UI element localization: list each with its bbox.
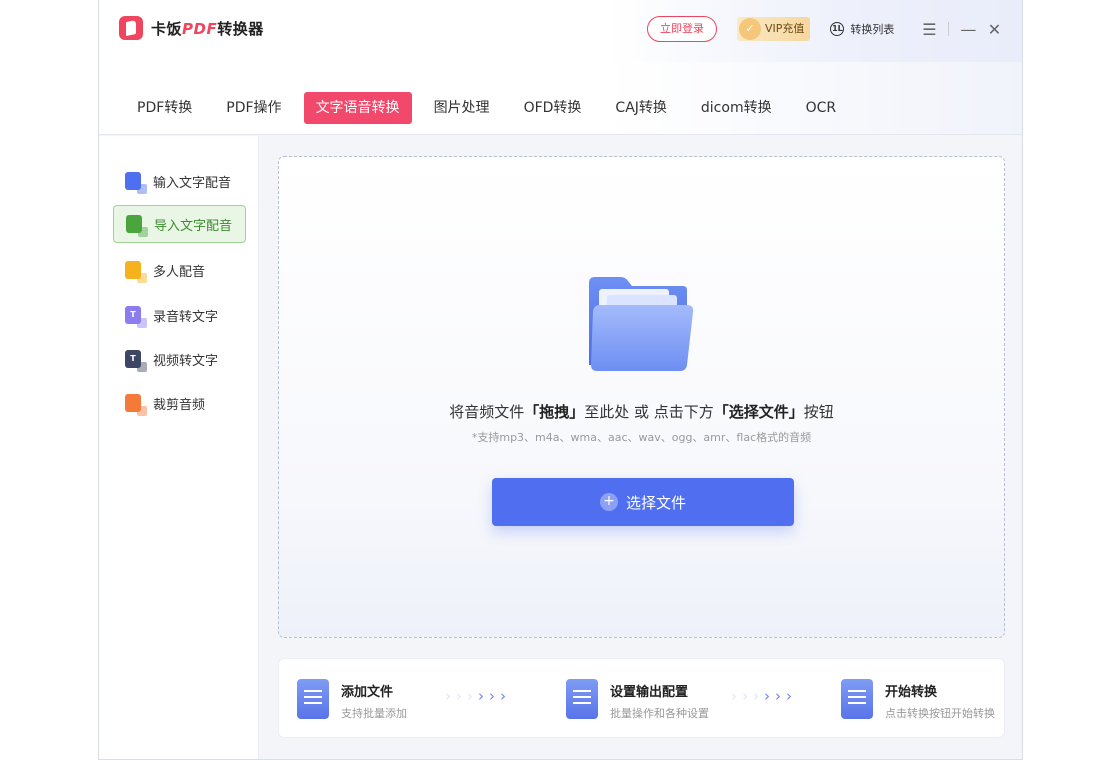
app-window: 卡饭PDF转换器 立即登录 ✓ VIP充值 1L 转换列表 ☰ — ✕ PDF转… [98, 0, 1023, 760]
tab-pdf-operate[interactable]: PDF操作 [214, 92, 293, 124]
video-to-text-icon: T [125, 350, 147, 372]
tab-list: PDF转换 PDF操作 文字语音转换 图片处理 OFD转换 CAJ转换 dico… [125, 92, 858, 124]
menu-icon[interactable]: ☰ [916, 20, 942, 39]
sidebar-item-audio-trim[interactable]: 裁剪音频 [113, 384, 246, 422]
step-title: 设置输出配置 [610, 685, 689, 700]
nav-bar: PDF转换 PDF操作 文字语音转换 图片处理 OFD转换 CAJ转换 dico… [99, 62, 1022, 135]
sidebar-item-label: 输入文字配音 [153, 175, 232, 191]
sidebar-item-input-text-voice[interactable]: 输入文字配音 [113, 162, 246, 200]
add-file-icon [297, 679, 329, 719]
record-to-text-icon: T [125, 306, 147, 328]
step-arrows-icon: ›››››› [731, 687, 797, 705]
step-desc: 批量操作和各种设置 [610, 707, 709, 720]
title-bar: 卡饭PDF转换器 立即登录 ✓ VIP充值 1L 转换列表 ☰ — ✕ [99, 0, 1022, 62]
tab-pdf-convert[interactable]: PDF转换 [125, 92, 204, 124]
step-add-file: 添加文件 支持批量添加 [297, 679, 407, 721]
sidebar-item-record-to-text[interactable]: T 录音转文字 [113, 296, 246, 334]
step-title: 添加文件 [341, 685, 394, 700]
app-logo-icon [119, 16, 143, 40]
file-drop-zone[interactable]: 将音频文件「拖拽」至此处 或 点击下方「选择文件」按钮 *支持mp3、m4a、w… [278, 156, 1005, 638]
sidebar-item-label: 裁剪音频 [153, 397, 206, 413]
select-file-button[interactable]: + 选择文件 [492, 478, 794, 526]
step-desc: 点击转换按钮开始转换 [885, 707, 995, 720]
tab-ofd[interactable]: OFD转换 [512, 92, 594, 124]
window-controls: ☰ — ✕ [916, 20, 1007, 39]
login-button[interactable]: 立即登录 [647, 16, 717, 42]
convert-list-button[interactable]: 1L 转换列表 [830, 21, 894, 37]
step-arrows-icon: ›››››› [445, 687, 511, 705]
sidebar-item-multi-voice[interactable]: 多人配音 [113, 251, 246, 289]
divider [948, 22, 950, 36]
convert-list-icon: 1L [830, 22, 845, 36]
sidebar-item-label: 导入文字配音 [154, 218, 233, 234]
vip-recharge-button[interactable]: ✓ VIP充值 [737, 17, 811, 41]
tab-text-voice[interactable]: 文字语音转换 [303, 92, 412, 124]
app-name: 卡饭PDF转换器 [151, 19, 264, 38]
microphone-import-icon [126, 215, 148, 237]
step-output-config: 设置输出配置 批量操作和各种设置 [566, 679, 709, 721]
step-desc: 支持批量添加 [341, 707, 407, 720]
vip-crown-icon: ✓ [739, 18, 761, 40]
sidebar: 输入文字配音 导入文字配音 多人配音 T 录音转文字 T 视频转文字 裁剪音频 [99, 136, 259, 759]
drop-instruction: 将音频文件「拖拽」至此处 或 点击下方「选择文件」按钮 [449, 403, 834, 421]
folder-icon [589, 277, 694, 371]
sidebar-item-import-text-voice[interactable]: 导入文字配音 [113, 205, 246, 243]
tab-image[interactable]: 图片处理 [422, 92, 502, 124]
audio-trim-icon [125, 394, 147, 416]
microphone-icon [125, 172, 147, 194]
settings-sliders-icon [566, 679, 598, 719]
minimize-icon[interactable]: — [955, 20, 981, 39]
step-title: 开始转换 [885, 685, 938, 700]
tab-caj[interactable]: CAJ转换 [603, 92, 678, 124]
step-start-convert: 开始转换 点击转换按钮开始转换 [841, 679, 995, 721]
vip-label: VIP充值 [765, 22, 805, 35]
tab-ocr[interactable]: OCR [794, 92, 849, 124]
close-icon[interactable]: ✕ [981, 20, 1007, 39]
steps-bar: 添加文件 支持批量添加 ›››››› 设置输出配置 批量操作和各种设置 ››››… [278, 658, 1005, 738]
select-file-label: 选择文件 [625, 493, 686, 512]
sidebar-item-label: 多人配音 [153, 264, 206, 280]
supported-formats-hint: *支持mp3、m4a、wma、aac、wav、ogg、amr、flac格式的音频 [471, 431, 812, 444]
plus-icon: + [599, 493, 618, 511]
app-logo: 卡饭PDF转换器 [119, 16, 264, 40]
sidebar-item-label: 录音转文字 [153, 309, 219, 325]
convert-list-label: 转换列表 [850, 23, 895, 36]
sidebar-item-video-to-text[interactable]: T 视频转文字 [113, 340, 246, 378]
multi-voice-icon [125, 261, 147, 283]
tab-dicom[interactable]: dicom转换 [689, 92, 784, 124]
start-convert-icon [841, 679, 873, 719]
sidebar-item-label: 视频转文字 [153, 353, 219, 369]
